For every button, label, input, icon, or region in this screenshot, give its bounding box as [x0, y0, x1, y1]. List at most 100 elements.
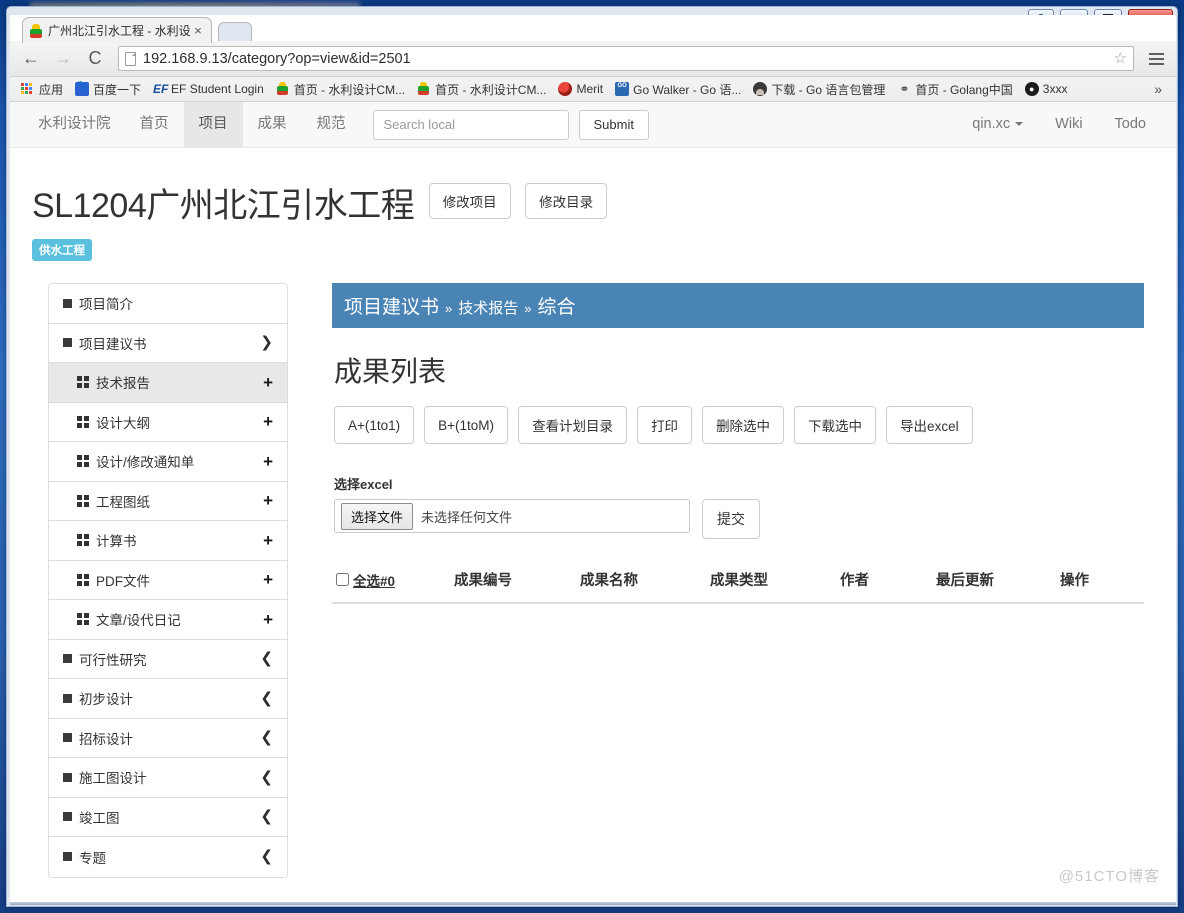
plus-icon[interactable]: +	[263, 453, 273, 470]
bookmark-golang-china[interactable]: ⚭ 首页 - Golang中国	[892, 79, 1017, 100]
chevron-left-icon[interactable]: ❮	[260, 651, 273, 666]
nav-item-standards[interactable]: 规范	[302, 102, 361, 147]
address-bar[interactable]: 192.168.9.13/category?op=view&id=2501 ☆	[118, 46, 1134, 71]
nav-item-projects[interactable]: 项目	[183, 102, 243, 147]
bookmark-label: 首页 - 水利设计CM...	[293, 82, 406, 97]
nav-item-home[interactable]: 首页	[125, 102, 184, 147]
plus-icon[interactable]: +	[263, 611, 273, 628]
sidebar-item-articles-diary[interactable]: 文章/设代日记 +	[49, 600, 287, 640]
selected-file-name: 未选择任何文件	[421, 509, 513, 525]
chevron-left-icon[interactable]: ❮	[260, 730, 273, 745]
breadcrumb-part-1[interactable]: 项目建议书	[344, 292, 439, 319]
bookmark-3xxx[interactable]: ● 3xxx	[1020, 80, 1073, 98]
sidebar-item-engineering-drawings[interactable]: 工程图纸 +	[49, 481, 287, 521]
select-all-checkbox[interactable]	[336, 573, 349, 586]
a-plus-1to1-button[interactable]: A+(1to1)	[334, 406, 415, 444]
upload-row: 选择文件 未选择任何文件 提交	[334, 499, 1144, 539]
column-select-all: 全选#0	[332, 561, 450, 604]
print-button[interactable]: 打印	[637, 406, 693, 444]
nav-item-results[interactable]: 成果	[243, 102, 302, 147]
sidebar-item-technical-report[interactable]: 技术报告 +	[49, 363, 287, 403]
file-input[interactable]: 选择文件 未选择任何文件	[334, 499, 690, 533]
grid-icon	[77, 573, 89, 586]
project-type-badge: 供水工程	[32, 239, 92, 261]
nav-item-todo[interactable]: Todo	[1099, 102, 1162, 147]
sidebar-item-construction-design[interactable]: 施工图设计 ❮	[49, 758, 287, 798]
delete-selected-button[interactable]: 删除选中	[702, 406, 785, 444]
reload-icon[interactable]: C	[82, 46, 108, 72]
sidebar-item-label: 施工图设计	[79, 771, 147, 787]
favicon-icon	[29, 23, 43, 38]
sidebar-item-label: 初步设计	[79, 692, 133, 708]
choose-file-button[interactable]: 选择文件	[341, 502, 414, 530]
breadcrumb-part-2[interactable]: 技术报告	[458, 297, 518, 318]
sidebar-item-feasibility-study[interactable]: 可行性研究 ❮	[49, 639, 287, 679]
plus-icon[interactable]: +	[263, 492, 273, 509]
sidebar-item-label: 可行性研究	[79, 652, 147, 668]
sidebar-item-label: 计算书	[96, 534, 137, 550]
select-all-label[interactable]: 全选#0	[353, 570, 395, 590]
nav-item-user-menu[interactable]: qin.xc	[956, 102, 1039, 147]
sidebar-item-as-built-drawings[interactable]: 竣工图 ❮	[49, 797, 287, 837]
desktop-background: x 广州北江引水工程 - 水利设 × ← → C	[0, 0, 1184, 913]
sidebar-item-calculation-book[interactable]: 计算书 +	[49, 521, 287, 561]
search-input[interactable]	[372, 109, 569, 140]
bookmark-label: Merit	[576, 82, 604, 96]
bookmark-label: Go Walker - Go 语...	[633, 82, 742, 97]
navbar-right: qin.xc Wiki Todo	[956, 102, 1162, 147]
back-icon[interactable]: ←	[18, 46, 44, 72]
bookmark-star-icon[interactable]: ☆	[1109, 51, 1127, 66]
export-excel-button[interactable]: 导出excel	[886, 406, 973, 444]
bookmark-site-2[interactable]: 首页 - 水利设计CM...	[412, 79, 551, 100]
sidebar-item-design-outline[interactable]: 设计大纲 +	[49, 402, 287, 442]
sidebar-item-preliminary-design[interactable]: 初步设计 ❮	[49, 679, 287, 719]
chevron-down-icon[interactable]: ❯	[260, 335, 273, 350]
chrome-menu-icon[interactable]	[1144, 47, 1168, 71]
bookmarks-overflow-icon[interactable]: »	[1146, 81, 1170, 97]
upload-submit-button[interactable]: 提交	[702, 499, 760, 539]
sidebar-item-pdf-files[interactable]: PDF文件 +	[49, 560, 287, 600]
bookmark-download[interactable]: 下载 - Go 语言包管理	[748, 79, 890, 100]
forward-icon[interactable]: →	[50, 46, 76, 72]
bookmark-merit[interactable]: Merit	[553, 80, 608, 98]
sidebar-item-design-change-notice[interactable]: 设计/修改通知单 +	[49, 442, 287, 482]
chevron-left-icon[interactable]: ❮	[260, 809, 273, 824]
bookmark-go-walker[interactable]: GO Go Walker - Go 语...	[610, 79, 746, 100]
bookmark-apps[interactable]: 应用	[16, 79, 68, 100]
tab-close-icon[interactable]: ×	[191, 24, 205, 37]
site-brand[interactable]: 水利设计院	[24, 102, 125, 147]
breadcrumb-part-3[interactable]: 综合	[538, 292, 576, 319]
plus-icon[interactable]: +	[263, 413, 273, 430]
view-plan-catalog-button[interactable]: 查看计划目录	[518, 406, 628, 444]
bookmark-label: 首页 - Golang中国	[915, 82, 1013, 97]
bookmark-baidu[interactable]: 百度一下	[70, 79, 146, 100]
bookmark-label: 下载 - Go 语言包管理	[771, 82, 886, 97]
bookmark-site-1[interactable]: 首页 - 水利设计CM...	[271, 79, 410, 100]
sidebar-item-bidding-design[interactable]: 招标设计 ❮	[49, 718, 287, 758]
column-operations: 操作	[1056, 561, 1144, 604]
b-plus-1tom-button[interactable]: B+(1toM)	[424, 406, 509, 444]
chevron-left-icon[interactable]: ❮	[260, 849, 273, 864]
grid-icon	[77, 534, 89, 547]
plus-icon[interactable]: +	[263, 374, 273, 391]
sidebar-item-project-proposal[interactable]: 项目建议书 ❯	[49, 323, 287, 363]
sidebar-item-project-intro[interactable]: 项目简介	[49, 284, 287, 324]
new-tab-button[interactable]	[218, 22, 252, 41]
sidebar-item-special-topic[interactable]: 专题 ❮	[49, 837, 287, 877]
plus-icon[interactable]: +	[263, 571, 273, 588]
edit-catalog-button[interactable]: 修改目录	[525, 182, 608, 219]
nav-item-wiki[interactable]: Wiki	[1039, 102, 1098, 147]
chevron-left-icon[interactable]: ❮	[260, 691, 273, 706]
download-selected-button[interactable]: 下载选中	[794, 406, 877, 444]
column-last-updated: 最后更新	[932, 561, 1056, 604]
chevron-left-icon[interactable]: ❮	[260, 770, 273, 785]
square-icon	[63, 693, 72, 703]
edit-project-button[interactable]: 修改项目	[428, 182, 511, 219]
sidebar-item-label: 设计大纲	[96, 415, 150, 431]
browser-tab-active[interactable]: 广州北江引水工程 - 水利设 ×	[22, 17, 212, 43]
bookmark-ef-student-login[interactable]: EF EF Student Login	[148, 80, 269, 98]
page-header: SL1204广州北江引水工程 修改项目 修改目录 供水工程	[10, 148, 1176, 261]
plus-icon[interactable]: +	[263, 532, 273, 549]
search-submit-button[interactable]: Submit	[578, 109, 649, 140]
page-body: 项目简介 项目建议书 ❯ 技术报告 + 设计大纲 + 设计/修改通知单 + 工程…	[10, 283, 1176, 878]
